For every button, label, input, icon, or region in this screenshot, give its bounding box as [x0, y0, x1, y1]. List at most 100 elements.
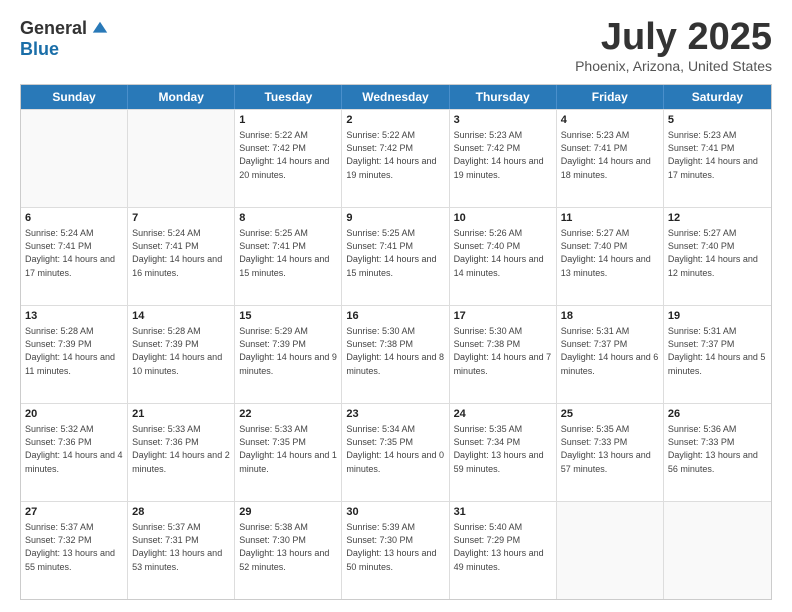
day-number: 28	[132, 505, 230, 520]
calendar-cell: 12Sunrise: 5:27 AM Sunset: 7:40 PM Dayli…	[664, 208, 771, 305]
calendar-row: 20Sunrise: 5:32 AM Sunset: 7:36 PM Dayli…	[21, 403, 771, 501]
location-title: Phoenix, Arizona, United States	[575, 58, 772, 74]
day-number: 17	[454, 309, 552, 324]
header: General Blue July 2025 Phoenix, Arizona,…	[20, 18, 772, 74]
day-info: Sunrise: 5:25 AM Sunset: 7:41 PM Dayligh…	[346, 227, 444, 279]
weekday-header: Thursday	[450, 85, 557, 109]
day-number: 6	[25, 211, 123, 226]
day-info: Sunrise: 5:30 AM Sunset: 7:38 PM Dayligh…	[346, 325, 444, 377]
day-number: 21	[132, 407, 230, 422]
day-number: 15	[239, 309, 337, 324]
calendar-cell: 1Sunrise: 5:22 AM Sunset: 7:42 PM Daylig…	[235, 110, 342, 207]
calendar-row: 27Sunrise: 5:37 AM Sunset: 7:32 PM Dayli…	[21, 501, 771, 599]
calendar-cell: 6Sunrise: 5:24 AM Sunset: 7:41 PM Daylig…	[21, 208, 128, 305]
logo-icon	[91, 20, 109, 38]
calendar-cell: 21Sunrise: 5:33 AM Sunset: 7:36 PM Dayli…	[128, 404, 235, 501]
weekday-header: Friday	[557, 85, 664, 109]
day-info: Sunrise: 5:39 AM Sunset: 7:30 PM Dayligh…	[346, 521, 444, 573]
weekday-header: Monday	[128, 85, 235, 109]
day-info: Sunrise: 5:25 AM Sunset: 7:41 PM Dayligh…	[239, 227, 337, 279]
day-info: Sunrise: 5:23 AM Sunset: 7:41 PM Dayligh…	[668, 129, 767, 181]
day-number: 9	[346, 211, 444, 226]
day-info: Sunrise: 5:40 AM Sunset: 7:29 PM Dayligh…	[454, 521, 552, 573]
calendar-cell: 9Sunrise: 5:25 AM Sunset: 7:41 PM Daylig…	[342, 208, 449, 305]
weekday-header: Saturday	[664, 85, 771, 109]
calendar-cell: 22Sunrise: 5:33 AM Sunset: 7:35 PM Dayli…	[235, 404, 342, 501]
calendar-cell: 4Sunrise: 5:23 AM Sunset: 7:41 PM Daylig…	[557, 110, 664, 207]
day-number: 16	[346, 309, 444, 324]
calendar-cell: 5Sunrise: 5:23 AM Sunset: 7:41 PM Daylig…	[664, 110, 771, 207]
day-info: Sunrise: 5:28 AM Sunset: 7:39 PM Dayligh…	[132, 325, 230, 377]
calendar-cell: 25Sunrise: 5:35 AM Sunset: 7:33 PM Dayli…	[557, 404, 664, 501]
day-info: Sunrise: 5:23 AM Sunset: 7:41 PM Dayligh…	[561, 129, 659, 181]
day-info: Sunrise: 5:37 AM Sunset: 7:32 PM Dayligh…	[25, 521, 123, 573]
day-info: Sunrise: 5:30 AM Sunset: 7:38 PM Dayligh…	[454, 325, 552, 377]
day-number: 25	[561, 407, 659, 422]
day-info: Sunrise: 5:24 AM Sunset: 7:41 PM Dayligh…	[132, 227, 230, 279]
calendar-row: 13Sunrise: 5:28 AM Sunset: 7:39 PM Dayli…	[21, 305, 771, 403]
calendar-cell: 3Sunrise: 5:23 AM Sunset: 7:42 PM Daylig…	[450, 110, 557, 207]
day-info: Sunrise: 5:29 AM Sunset: 7:39 PM Dayligh…	[239, 325, 337, 377]
day-info: Sunrise: 5:36 AM Sunset: 7:33 PM Dayligh…	[668, 423, 767, 475]
day-info: Sunrise: 5:28 AM Sunset: 7:39 PM Dayligh…	[25, 325, 123, 377]
calendar-cell: 29Sunrise: 5:38 AM Sunset: 7:30 PM Dayli…	[235, 502, 342, 599]
calendar-cell: 20Sunrise: 5:32 AM Sunset: 7:36 PM Dayli…	[21, 404, 128, 501]
calendar-cell: 26Sunrise: 5:36 AM Sunset: 7:33 PM Dayli…	[664, 404, 771, 501]
day-number: 20	[25, 407, 123, 422]
calendar-cell: 16Sunrise: 5:30 AM Sunset: 7:38 PM Dayli…	[342, 306, 449, 403]
day-number: 5	[668, 113, 767, 128]
day-info: Sunrise: 5:32 AM Sunset: 7:36 PM Dayligh…	[25, 423, 123, 475]
logo-general: General	[20, 18, 87, 39]
day-info: Sunrise: 5:33 AM Sunset: 7:36 PM Dayligh…	[132, 423, 230, 475]
day-number: 29	[239, 505, 337, 520]
day-info: Sunrise: 5:22 AM Sunset: 7:42 PM Dayligh…	[239, 129, 337, 181]
calendar-cell: 19Sunrise: 5:31 AM Sunset: 7:37 PM Dayli…	[664, 306, 771, 403]
day-info: Sunrise: 5:37 AM Sunset: 7:31 PM Dayligh…	[132, 521, 230, 573]
day-number: 4	[561, 113, 659, 128]
calendar-cell: 11Sunrise: 5:27 AM Sunset: 7:40 PM Dayli…	[557, 208, 664, 305]
calendar-cell	[128, 110, 235, 207]
day-number: 7	[132, 211, 230, 226]
weekday-header: Sunday	[21, 85, 128, 109]
day-info: Sunrise: 5:26 AM Sunset: 7:40 PM Dayligh…	[454, 227, 552, 279]
calendar-cell: 24Sunrise: 5:35 AM Sunset: 7:34 PM Dayli…	[450, 404, 557, 501]
calendar-cell	[664, 502, 771, 599]
day-number: 3	[454, 113, 552, 128]
day-number: 2	[346, 113, 444, 128]
calendar-cell: 15Sunrise: 5:29 AM Sunset: 7:39 PM Dayli…	[235, 306, 342, 403]
calendar-cell	[21, 110, 128, 207]
calendar-cell: 30Sunrise: 5:39 AM Sunset: 7:30 PM Dayli…	[342, 502, 449, 599]
day-info: Sunrise: 5:31 AM Sunset: 7:37 PM Dayligh…	[561, 325, 659, 377]
day-number: 8	[239, 211, 337, 226]
calendar-row: 1Sunrise: 5:22 AM Sunset: 7:42 PM Daylig…	[21, 109, 771, 207]
day-number: 13	[25, 309, 123, 324]
logo: General Blue	[20, 18, 109, 60]
calendar-cell: 7Sunrise: 5:24 AM Sunset: 7:41 PM Daylig…	[128, 208, 235, 305]
day-info: Sunrise: 5:35 AM Sunset: 7:34 PM Dayligh…	[454, 423, 552, 475]
day-number: 31	[454, 505, 552, 520]
day-number: 12	[668, 211, 767, 226]
calendar-cell: 10Sunrise: 5:26 AM Sunset: 7:40 PM Dayli…	[450, 208, 557, 305]
calendar-cell: 31Sunrise: 5:40 AM Sunset: 7:29 PM Dayli…	[450, 502, 557, 599]
day-number: 18	[561, 309, 659, 324]
calendar-header: SundayMondayTuesdayWednesdayThursdayFrid…	[21, 85, 771, 109]
day-number: 14	[132, 309, 230, 324]
weekday-header: Wednesday	[342, 85, 449, 109]
calendar-cell: 2Sunrise: 5:22 AM Sunset: 7:42 PM Daylig…	[342, 110, 449, 207]
calendar-row: 6 Sunrise: 5:24 AM Sunset: 7:41 PM Daylig…	[21, 207, 771, 305]
day-info: Sunrise: 5:33 AM Sunset: 7:35 PM Dayligh…	[239, 423, 337, 475]
day-info: Sunrise: 5:31 AM Sunset: 7:37 PM Dayligh…	[668, 325, 767, 377]
weekday-header: Tuesday	[235, 85, 342, 109]
day-number: 30	[346, 505, 444, 520]
day-number: 22	[239, 407, 337, 422]
title-block: July 2025 Phoenix, Arizona, United State…	[575, 18, 772, 74]
day-info: Sunrise: 5:38 AM Sunset: 7:30 PM Dayligh…	[239, 521, 337, 573]
day-number: 11	[561, 211, 659, 226]
day-info: Sunrise: 5:27 AM Sunset: 7:40 PM Dayligh…	[668, 227, 767, 279]
logo-blue: Blue	[20, 39, 59, 60]
calendar-cell: 27Sunrise: 5:37 AM Sunset: 7:32 PM Dayli…	[21, 502, 128, 599]
calendar-cell: 23Sunrise: 5:34 AM Sunset: 7:35 PM Dayli…	[342, 404, 449, 501]
day-number: 24	[454, 407, 552, 422]
calendar-cell: 8Sunrise: 5:25 AM Sunset: 7:41 PM Daylig…	[235, 208, 342, 305]
day-info: Sunrise: 5:35 AM Sunset: 7:33 PM Dayligh…	[561, 423, 659, 475]
